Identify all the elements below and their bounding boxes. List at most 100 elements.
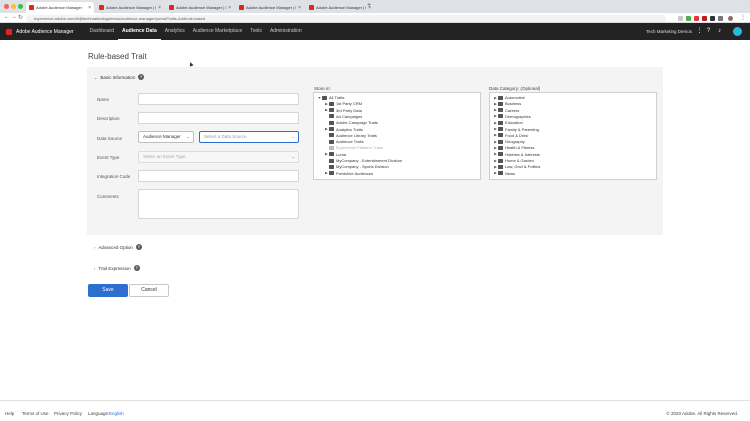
- maximize-window-icon[interactable]: [18, 4, 23, 9]
- tree-item[interactable]: ▶ Home & Garden: [493, 158, 534, 163]
- browser-tab[interactable]: Adobe Audience Manager | D... ×: [236, 2, 304, 13]
- new-tab-icon[interactable]: +: [367, 2, 371, 9]
- extension-icon[interactable]: [718, 16, 723, 21]
- save-button[interactable]: Save: [88, 284, 128, 297]
- reload-icon[interactable]: ↻: [18, 14, 23, 21]
- tree-item[interactable]: ▶ Hobbies & Interests: [493, 152, 540, 157]
- tree-item[interactable]: ▼ All Traits: [317, 95, 345, 100]
- help-link[interactable]: Help: [5, 411, 14, 416]
- tree-item[interactable]: ▶ Food & Drink: [493, 133, 528, 138]
- tree-item[interactable]: ▶ Geography: [493, 139, 525, 144]
- minimize-window-icon[interactable]: [11, 4, 16, 9]
- back-icon[interactable]: ←: [4, 14, 10, 20]
- tree-item[interactable]: Experience Platform Traits: [324, 145, 383, 150]
- data-source-select[interactable]: Select a Data Source ⌄: [199, 131, 299, 143]
- avatar[interactable]: [733, 27, 742, 36]
- tree-item[interactable]: ▶ Predictive Audiences: [324, 171, 373, 176]
- tree-item[interactable]: Ad Campaigns: [324, 114, 362, 119]
- event-type-label: Event Type: [97, 155, 120, 160]
- folder-icon: [322, 95, 327, 100]
- close-window-icon[interactable]: [4, 4, 9, 9]
- nav-item-audience-marketplace[interactable]: Audience Marketplace: [189, 23, 246, 40]
- tree-item-label: Careers: [505, 107, 520, 113]
- folder-icon: [498, 171, 503, 176]
- help-icon[interactable]: ?: [705, 28, 712, 35]
- browser-tab[interactable]: Adobe Audience Manager | D... ×: [166, 2, 234, 13]
- tree-item[interactable]: ▶ Demographics: [493, 114, 531, 119]
- tree-item[interactable]: ▶ Health & Fitness: [493, 145, 534, 150]
- integration-code-field[interactable]: [138, 170, 299, 182]
- extension-icon[interactable]: [710, 16, 715, 21]
- tree-item[interactable]: ▶ Law, Govt & Politics: [493, 164, 540, 169]
- notifications-icon[interactable]: ♪: [716, 28, 723, 35]
- cancel-button[interactable]: Cancel: [129, 284, 169, 297]
- store-in-tree[interactable]: ▼ All Traits ▶ 1st Party CRM ▶ 3rd Party Data…: [313, 92, 481, 180]
- event-type-select[interactable]: Select an Event Type ⌄: [138, 151, 299, 163]
- tree-item[interactable]: ▶ Careers: [493, 108, 519, 113]
- app-name[interactable]: Adobe Audience Manager: [16, 29, 74, 35]
- nav-item-dashboard[interactable]: Dashboard: [86, 23, 118, 40]
- extension-icon[interactable]: [678, 16, 683, 21]
- tree-item[interactable]: Audience Traits: [324, 139, 364, 144]
- help-icon[interactable]: ?: [135, 244, 142, 250]
- nav-item-audience-data[interactable]: Audience Data: [118, 23, 161, 40]
- language-link[interactable]: English: [109, 411, 124, 416]
- tree-item[interactable]: ▶ 1st Party CRM: [324, 101, 362, 106]
- browser-tab[interactable]: Adobe Audience Manager | D... ×: [306, 2, 374, 13]
- nav-item-analytics[interactable]: Analytics: [161, 23, 189, 40]
- tree-item[interactable]: ▶ Education: [493, 120, 523, 125]
- tree-item[interactable]: ▶ Luma: [324, 152, 346, 157]
- footer: Help Terms of Use Privacy Policy Languag…: [0, 400, 750, 421]
- extension-icon[interactable]: [686, 16, 691, 21]
- help-icon[interactable]: ?: [133, 265, 140, 271]
- tree-item[interactable]: Adobe Campaign Traits: [324, 120, 378, 125]
- advanced-option-header[interactable]: › Advanced Option ?: [94, 244, 142, 250]
- nav-item-administration[interactable]: Administration: [266, 23, 306, 40]
- tree-item-label: MyCompany - Sports Division: [336, 164, 389, 170]
- browser-tab[interactable]: Adobe Audience Manager ×: [26, 2, 94, 13]
- privacy-link[interactable]: Privacy Policy: [54, 411, 82, 416]
- browser-tab[interactable]: Adobe Audience Manager | D... ×: [96, 2, 164, 13]
- tree-item[interactable]: Audience Library Traits: [324, 133, 377, 138]
- tree-item[interactable]: MyCompany - Sports Division: [324, 164, 389, 169]
- comments-field[interactable]: [138, 189, 299, 219]
- tree-item-label: Automotive: [505, 95, 526, 100]
- name-field[interactable]: [138, 93, 299, 105]
- tree-item-label: Analytics Traits: [336, 126, 363, 132]
- url-field[interactable]: experience.adobe.com/#/@techmarketingdem…: [26, 14, 666, 22]
- apps-grid-icon[interactable]: ⋮: [696, 28, 703, 35]
- profile-icon[interactable]: [728, 16, 733, 21]
- extension-icon[interactable]: [694, 16, 699, 21]
- tree-item[interactable]: ▶ Family & Parenting: [493, 127, 539, 132]
- basic-information-header[interactable]: ⌄ Basic Information ?: [94, 74, 145, 80]
- tree-item[interactable]: MyCompany - Entertainment Division: [324, 158, 402, 163]
- tree-item-label: 1st Party CRM: [336, 101, 363, 107]
- adobe-logo-icon[interactable]: [6, 28, 12, 35]
- nav-item-tools[interactable]: Tools: [246, 23, 266, 40]
- tree-item-label: Luma: [336, 151, 347, 157]
- help-icon[interactable]: ?: [138, 74, 145, 80]
- close-tab-icon[interactable]: ×: [88, 5, 91, 11]
- trait-expression-header[interactable]: › Trait Expression ?: [94, 265, 140, 271]
- data-source-type-select[interactable]: Audience Manager ⌄: [138, 131, 194, 143]
- folder-icon: [329, 114, 334, 119]
- description-label: Description: [97, 116, 120, 121]
- org-switcher[interactable]: Tech Marketing Demos: [646, 29, 692, 34]
- folder-icon: [498, 164, 503, 169]
- tree-item[interactable]: ▶ Analytics Traits: [324, 127, 363, 132]
- description-field[interactable]: [138, 112, 299, 124]
- forward-icon[interactable]: →: [11, 14, 17, 20]
- tree-item[interactable]: ▶ 3rd Party Data: [324, 108, 362, 113]
- data-category-tree[interactable]: ▶ Automotive ▶ Business ▶ Careers ▶ Demographic…: [489, 92, 657, 180]
- tree-item[interactable]: ▶ Business: [493, 101, 521, 106]
- close-tab-icon[interactable]: ×: [228, 5, 231, 11]
- tree-item[interactable]: ▶ News: [493, 171, 515, 176]
- terms-link[interactable]: Terms of Use: [22, 411, 49, 416]
- browser-menu-icon[interactable]: ⋮: [740, 14, 746, 21]
- close-tab-icon[interactable]: ×: [298, 5, 301, 11]
- close-tab-icon[interactable]: ×: [158, 5, 161, 11]
- browser-tab-bar: Adobe Audience Manager × Adobe Audience Ma…: [0, 0, 750, 13]
- tree-item[interactable]: ▶ Automotive: [493, 95, 525, 100]
- adobe-favicon-icon: [239, 5, 244, 10]
- extension-icon[interactable]: [702, 16, 707, 21]
